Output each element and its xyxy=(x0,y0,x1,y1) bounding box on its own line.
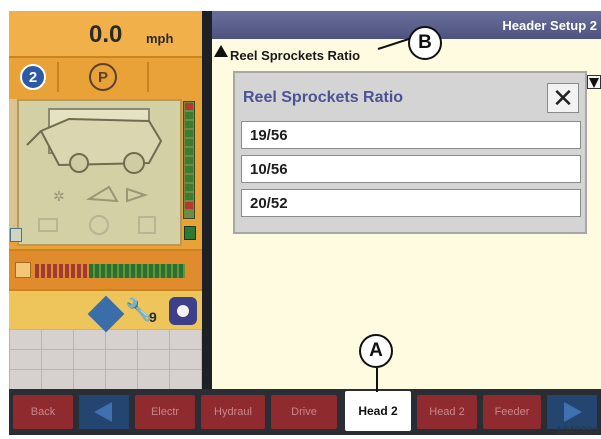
tab-feeder[interactable]: Feeder xyxy=(483,395,541,429)
gear-indicator: 2 xyxy=(20,64,46,90)
gauge-segment xyxy=(185,184,193,191)
nav-prev-button[interactable] xyxy=(79,395,129,429)
display-screen: 0.0 mph 2 P ✲ 🔧 9 Header Setup 2 Reel Sp… xyxy=(9,11,601,435)
gauge-segment xyxy=(185,157,193,164)
shortcut-grid xyxy=(9,329,202,389)
gauge-segment xyxy=(185,139,193,146)
chevron-down-icon xyxy=(589,78,599,88)
status-panel: 0.0 mph 2 P ✲ 🔧 9 xyxy=(9,11,202,389)
option-item[interactable]: 10/56 xyxy=(241,155,581,183)
gauge-segment xyxy=(185,121,193,128)
speed-unit: mph xyxy=(146,31,174,46)
dialog-title: Reel Sprockets Ratio xyxy=(243,89,404,106)
callout-a: A xyxy=(359,334,393,368)
selection-dialog: Reel Sprockets Ratio ✕ 19/56 10/56 20/52 xyxy=(233,71,587,234)
park-cell: P xyxy=(59,62,149,92)
gauge-segment xyxy=(185,103,193,110)
record-icon[interactable] xyxy=(169,297,197,325)
callout-a-leader xyxy=(376,368,378,392)
close-button[interactable]: ✕ xyxy=(547,83,579,113)
status-icon[interactable] xyxy=(184,226,196,240)
gear-row: 2 P xyxy=(9,58,202,96)
tab-drive[interactable]: Drive xyxy=(271,395,337,429)
gear-cell: 2 xyxy=(9,62,59,92)
panel-divider xyxy=(202,11,212,389)
figure-id: 1042890 xyxy=(556,425,599,437)
option-item[interactable]: 19/56 xyxy=(241,121,581,149)
nav-next-button[interactable] xyxy=(547,395,597,429)
tab-electr[interactable]: Electr xyxy=(135,395,195,429)
combine-diagram: ✲ xyxy=(17,99,182,246)
right-level-gauge xyxy=(183,101,195,219)
gauge-segment xyxy=(185,193,193,200)
scroll-up-icon[interactable] xyxy=(214,45,228,57)
gauge-segment xyxy=(185,112,193,119)
bar-icon xyxy=(15,262,31,278)
header-bar: Header Setup 2 xyxy=(212,11,601,39)
park-indicator: P xyxy=(89,63,117,91)
main-content: Header Setup 2 Reel Sprockets Ratio Reel… xyxy=(212,11,601,389)
progress-row xyxy=(9,249,202,289)
zoom-icon[interactable] xyxy=(10,228,22,242)
gauge-segment xyxy=(185,175,193,182)
arrow-left-icon xyxy=(94,402,112,422)
scroll-down-button[interactable] xyxy=(587,75,601,89)
back-button[interactable]: Back xyxy=(13,395,73,429)
speed-value: 0.0 xyxy=(89,21,123,48)
tab-head-2-active[interactable]: Head 2 xyxy=(345,391,411,431)
tab-head-2[interactable]: Head 2 xyxy=(417,395,477,429)
close-icon: ✕ xyxy=(552,83,574,113)
arrow-right-icon xyxy=(564,402,582,422)
gauge-segment xyxy=(185,130,193,137)
gauge-segment xyxy=(185,166,193,173)
speed-readout: 0.0 mph xyxy=(9,11,202,58)
left-level-gauge xyxy=(9,99,17,229)
progress-fill xyxy=(89,264,185,278)
gauge-segment xyxy=(185,202,193,209)
empty-cell xyxy=(149,62,202,92)
callout-b: B xyxy=(408,26,442,60)
page-title: Header Setup 2 xyxy=(502,18,597,33)
tab-hydraul[interactable]: Hydraul xyxy=(201,395,265,429)
bottom-nav: Back Electr Hydraul Drive Head 2 Head 2 … xyxy=(9,389,601,435)
svg-text:✲: ✲ xyxy=(53,189,65,205)
gauge-segment xyxy=(185,148,193,155)
tool-count: 9 xyxy=(149,309,157,325)
combine-icon: ✲ xyxy=(26,108,163,235)
field-label: Reel Sprockets Ratio xyxy=(230,48,361,63)
option-item[interactable]: 20/52 xyxy=(241,189,581,217)
